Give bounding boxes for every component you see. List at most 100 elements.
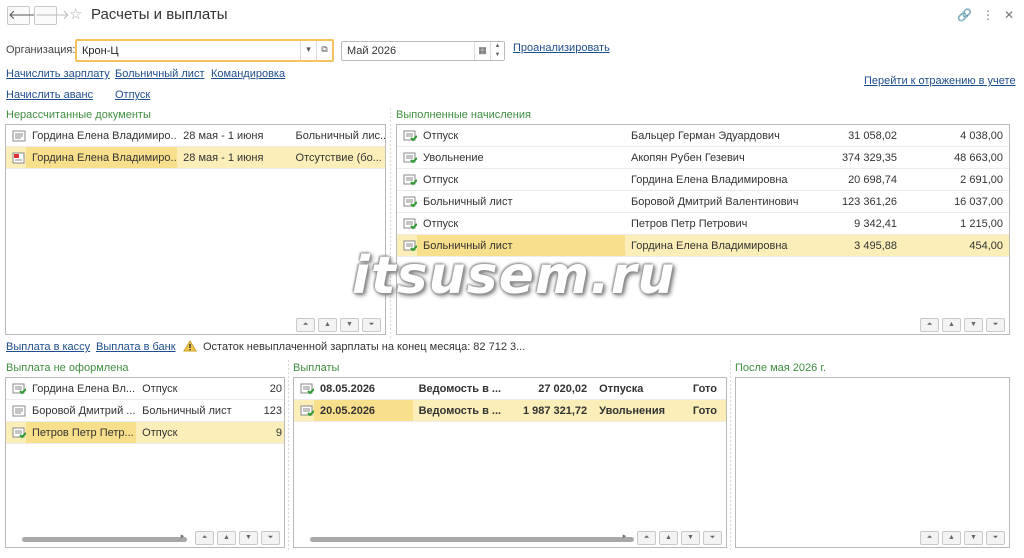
employee-cell: Петров Петр Петрович [631,217,748,230]
accruals-title: Выполненные начисления [396,109,531,121]
table-row[interactable]: Боровой Дмитрий ... Больничный лист 123 [6,400,284,422]
pay-cash-link[interactable]: Выплата в кассу [6,341,90,353]
last-icon[interactable]: ⏷ [261,531,280,545]
up-icon[interactable]: ▲ [318,318,337,332]
last-icon[interactable]: ⏷ [362,318,381,332]
status-cell: Гото [692,382,717,395]
period-spinner[interactable]: ▲ ▼ [490,42,504,60]
first-icon[interactable]: ⏶ [920,531,939,545]
document-cell: Отпуск [423,217,459,230]
first-icon[interactable]: ⏶ [637,531,656,545]
document-cell: Больничный лист [142,404,232,417]
table-row[interactable]: Гордина Елена Владимиро... 28 мая - 1 ию… [6,125,385,147]
scroll-right-icon[interactable]: ▸ [615,531,634,545]
after-title: После мая 2026 г. [735,362,827,374]
warning-icon [183,340,197,352]
table-row[interactable]: Гордина Елена Владимиро... 28 мая - 1 ию… [6,147,385,169]
star-icon[interactable]: ☆ [69,5,82,23]
document-green-icon [403,130,417,141]
document-green-icon [403,196,417,207]
down-icon[interactable]: ▼ [340,318,359,332]
link-icon[interactable]: 🔗 [957,8,972,22]
forward-button[interactable]: 🡒 [34,6,70,25]
up-icon[interactable]: ▲ [659,531,678,545]
tax-cell: 4 038,00 [960,129,1003,142]
page-title: Расчеты и выплаты [91,6,228,23]
amount-cell: 20 698,74 [848,173,897,186]
amount-cell: 3 495,88 [854,239,897,252]
table-row[interactable]: Отпуск Петров Петр Петрович 9 342,41 1 2… [397,213,1009,235]
table-row[interactable]: 08.05.2026 Ведомость в ... 27 020,02 Отп… [294,378,726,400]
organization-field[interactable]: Крон-Ц ▾ ⧉ [75,39,334,62]
last-icon[interactable]: ⏷ [986,531,1005,545]
period-value[interactable]: Май 2026 [342,45,474,57]
divider [730,360,731,550]
period-field[interactable]: Май 2026 ▦ ▲ ▼ [341,41,505,61]
table-row[interactable]: Петров Петр Петр... Отпуск 9 [6,422,284,444]
table-row[interactable]: Больничный лист Боровой Дмитрий Валентин… [397,191,1009,213]
watermark: itsusem.ru [352,246,676,306]
organization-value[interactable]: Крон-Ц [77,45,300,57]
organization-label: Организация: [6,44,76,56]
unprocessed-table[interactable]: Гордина Елена Владимиро... 28 мая - 1 ию… [5,124,386,335]
dropdown-icon[interactable]: ▾ [300,41,316,60]
document-green-icon [403,174,417,185]
table-row[interactable]: Отпуск Гордина Елена Владимировна 20 698… [397,169,1009,191]
first-icon[interactable]: ⏶ [296,318,315,332]
tax-cell: 454,00 [969,239,1003,252]
analyze-link[interactable]: Проанализировать [513,42,610,54]
accrue-salary-link[interactable]: Начислить зарплату [6,68,110,80]
pay-bank-link[interactable]: Выплата в банк [96,341,176,353]
document-icon [12,130,26,141]
vacation-link[interactable]: Отпуск [115,89,150,101]
accrue-advance-link[interactable]: Начислить аванс [6,89,93,101]
first-icon[interactable]: ⏶ [195,531,214,545]
down-icon[interactable]: ▼ [964,318,983,332]
table-row[interactable]: Отпуск Бальцер Герман Эдуардович 31 058,… [397,125,1009,147]
employee-cell: Гордина Елена Вл... [32,382,136,395]
document-green-icon [12,383,26,394]
table-navigation: ▸ ⏶ ▲ ▼ ⏷ [615,531,722,545]
up-icon[interactable]: ▲ [942,531,961,545]
sick-leave-link[interactable]: Больничный лист [115,68,204,80]
payments-title: Выплаты [293,362,340,374]
horizontal-scrollbar[interactable] [310,537,634,542]
document-cell: Отпуск [423,173,459,186]
up-icon[interactable]: ▲ [942,318,961,332]
document-cell: Отпуск [423,129,459,142]
scroll-right-icon[interactable]: ▸ [173,531,192,545]
down-icon[interactable]: ▼ [239,531,258,545]
amount-cell: 9 342,41 [854,217,897,230]
kind-cell: Отпуска [599,382,644,395]
calendar-icon[interactable]: ▦ [474,42,490,60]
table-navigation: ⏶ ▲ ▼ ⏷ [920,531,1005,545]
amount-cell: 31 058,02 [848,129,897,142]
horizontal-scrollbar[interactable] [22,537,187,542]
document-cell: Больничный лис... [295,129,385,142]
table-row[interactable]: 20.05.2026 Ведомость в ... 1 987 321,72 … [294,400,726,422]
tax-cell: 48 663,00 [954,151,1003,164]
down-icon[interactable]: ▼ [964,531,983,545]
open-icon[interactable]: ⧉ [316,41,332,60]
last-icon[interactable]: ⏷ [986,318,1005,332]
last-icon[interactable]: ⏷ [703,531,722,545]
table-row[interactable]: Увольнение Акопян Рубен Гезевич 374 329,… [397,147,1009,169]
business-trip-link[interactable]: Командировка [211,68,285,80]
after-period-table[interactable]: ⏶ ▲ ▼ ⏷ [735,377,1010,548]
first-icon[interactable]: ⏶ [920,318,939,332]
down-icon[interactable]: ▼ [681,531,700,545]
table-navigation: ⏶ ▲ ▼ ⏷ [296,318,381,332]
document-cell: Ведомость в ... [418,382,502,395]
back-button[interactable]: 🡐 [7,6,43,25]
close-icon[interactable]: ✕ [1004,8,1014,22]
employee-cell: Боровой Дмитрий ... [32,404,136,417]
employee-cell: Гордина Елена Владимиро... [32,129,178,142]
more-icon[interactable]: ⋮ [982,8,994,22]
up-icon[interactable]: ▲ [217,531,236,545]
employee-cell: Гордина Елена Владимировна [631,173,788,186]
payments-table[interactable]: 08.05.2026 Ведомость в ... 27 020,02 Отп… [293,377,727,548]
table-row[interactable]: Гордина Елена Вл... Отпуск 20 [6,378,284,400]
status-cell: Гото [692,404,717,417]
go-to-accounting-link[interactable]: Перейти к отражению в учете [864,75,1016,87]
not-issued-table[interactable]: Гордина Елена Вл... Отпуск 20 Боровой Дм… [5,377,285,548]
